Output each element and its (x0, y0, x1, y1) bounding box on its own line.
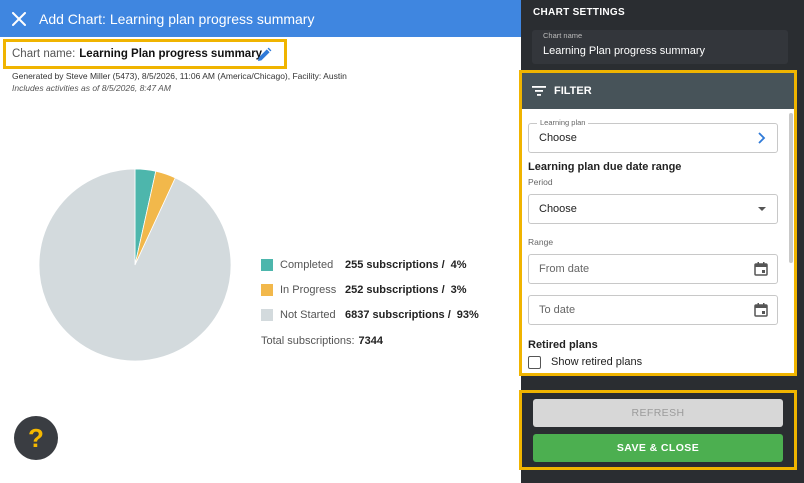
legend-label: Completed (280, 259, 334, 271)
legend-label: In Progress (280, 284, 337, 296)
legend-swatch-not-started (261, 309, 273, 321)
from-date-input[interactable]: From date (528, 254, 778, 284)
filter-section: FILTER Learning plan Choose Learning pla… (519, 70, 797, 376)
learning-plan-label: Learning plan (537, 118, 589, 127)
panel-title: CHART SETTINGS (533, 7, 625, 18)
action-buttons: REFRESH SAVE & CLOSE (519, 390, 797, 470)
learning-plan-select[interactable]: Learning plan Choose (528, 118, 778, 153)
retired-plans-title: Retired plans (528, 339, 598, 351)
legend-item-completed: Completed 255 subscriptions / 4% (261, 259, 467, 271)
legend-subscriptions: 255 subscriptions / (345, 259, 445, 271)
filter-scrollbar[interactable] (789, 113, 793, 263)
legend-subscriptions: 6837 subscriptions / (345, 309, 451, 321)
filter-title: FILTER (554, 85, 592, 97)
legend-swatch-completed (261, 259, 273, 271)
legend-percent: 93% (456, 309, 479, 321)
period-label: Period (528, 177, 553, 187)
chart-name-label: Chart name: (12, 48, 76, 60)
legend-subscriptions: 252 subscriptions / (345, 284, 445, 296)
range-label: Range (528, 237, 554, 247)
save-close-button[interactable]: SAVE & CLOSE (533, 434, 783, 462)
filter-icon (532, 85, 546, 97)
includes-info: Includes activities as of 8/5/2026, 8:47… (12, 83, 171, 93)
period-value: Choose (539, 203, 577, 215)
close-icon[interactable] (9, 9, 29, 29)
show-retired-checkbox[interactable] (528, 356, 541, 369)
legend-item-in-progress: In Progress 252 subscriptions / 3% (261, 284, 467, 296)
chart-name-field-label: Chart name (543, 31, 583, 40)
legend-item-not-started: Not Started 6837 subscriptions / 93% (261, 309, 479, 321)
refresh-button[interactable]: REFRESH (533, 399, 783, 427)
filter-header[interactable]: FILTER (522, 73, 794, 109)
show-retired-label: Show retired plans (551, 356, 643, 368)
generated-info: Generated by Steve Miller (5473), 8/5/20… (12, 71, 347, 81)
calendar-icon[interactable] (753, 261, 769, 282)
chart-name-value: Learning Plan progress summary (79, 48, 263, 60)
due-date-range-title: Learning plan due date range (528, 161, 682, 173)
from-date-placeholder: From date (539, 263, 590, 275)
to-date-placeholder: To date (539, 304, 576, 316)
dialog-header: Add Chart: Learning plan progress summar… (0, 0, 521, 37)
chart-name-field[interactable]: Chart name Learning Plan progress summar… (532, 30, 788, 64)
legend-label: Not Started (280, 309, 336, 321)
legend-percent: 3% (450, 284, 467, 296)
chart-name-display: Chart name: Learning Plan progress summa… (3, 39, 287, 69)
calendar-icon[interactable] (753, 302, 769, 323)
total-subscriptions: Total subscriptions: 7344 (261, 335, 383, 347)
pie-chart (38, 168, 232, 362)
dropdown-arrow-icon (755, 202, 769, 221)
period-select[interactable]: Choose (528, 194, 778, 224)
chevron-right-icon (753, 130, 769, 151)
total-label: Total subscriptions: (261, 335, 355, 347)
chart-name-field-value: Learning Plan progress summary (543, 45, 706, 57)
dialog-title: Add Chart: Learning plan progress summar… (39, 10, 315, 27)
legend-swatch-in-progress (261, 284, 273, 296)
help-button[interactable]: ? (14, 416, 58, 460)
pencil-icon[interactable] (256, 47, 272, 66)
to-date-input[interactable]: To date (528, 295, 778, 325)
total-value: 7344 (358, 335, 384, 347)
legend-percent: 4% (450, 259, 467, 271)
pie-slice-not-started (38, 168, 232, 362)
learning-plan-value: Choose (539, 132, 577, 144)
question-mark-icon: ? (28, 422, 44, 453)
